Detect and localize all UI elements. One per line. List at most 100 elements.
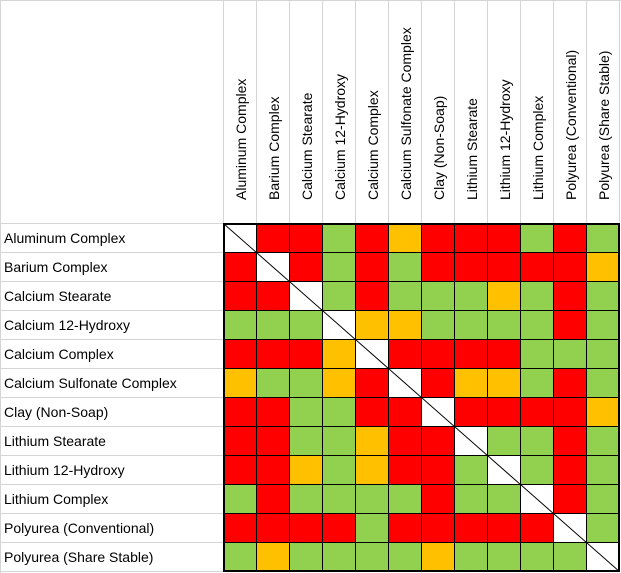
compatibility-cell-incompatible bbox=[422, 514, 455, 543]
compatibility-cell-compatible bbox=[389, 485, 422, 514]
diagonal-slash bbox=[389, 369, 422, 398]
compatibility-cell-compatible bbox=[587, 485, 620, 514]
compatibility-cell-compatible bbox=[257, 369, 290, 398]
compatibility-cell-borderline bbox=[356, 456, 389, 485]
column-header-label: Clay (Non-Soap) bbox=[430, 95, 447, 200]
compatibility-cell-incompatible bbox=[488, 398, 521, 427]
compatibility-cell-incompatible bbox=[554, 311, 587, 340]
compatibility-cell-compatible bbox=[587, 369, 620, 398]
compatibility-cell-compatible bbox=[587, 282, 620, 311]
compatibility-cell-incompatible bbox=[323, 514, 356, 543]
compatibility-cell-incompatible bbox=[224, 340, 257, 369]
compatibility-cell-incompatible bbox=[554, 369, 587, 398]
row-header-label: Calcium Complex bbox=[4, 346, 114, 362]
column-header-label: Calcium Sulfonate Complex bbox=[397, 27, 414, 200]
self-cell bbox=[488, 456, 521, 485]
compatibility-cell-incompatible bbox=[257, 282, 290, 311]
diagonal-slash bbox=[422, 398, 455, 427]
compatibility-cell-incompatible bbox=[422, 253, 455, 282]
self-cell bbox=[422, 398, 455, 427]
compatibility-cell-incompatible bbox=[356, 398, 389, 427]
compatibility-cell-compatible bbox=[488, 543, 521, 572]
compatibility-cell-compatible bbox=[587, 340, 620, 369]
compatibility-cell-compatible bbox=[554, 340, 587, 369]
compatibility-cell-compatible bbox=[455, 282, 488, 311]
compatibility-cell-incompatible bbox=[257, 224, 290, 253]
compatibility-cell-borderline bbox=[323, 340, 356, 369]
diagonal-slash bbox=[587, 543, 620, 572]
compatibility-cell-incompatible bbox=[422, 369, 455, 398]
compatibility-cell-compatible bbox=[455, 311, 488, 340]
row-header-label: Aluminum Complex bbox=[4, 230, 126, 246]
compatibility-cell-compatible bbox=[290, 543, 323, 572]
compatibility-cell-compatible bbox=[389, 253, 422, 282]
row-header-label: Lithium Complex bbox=[4, 491, 109, 507]
compatibility-cell-compatible bbox=[323, 456, 356, 485]
compatibility-cell-compatible bbox=[587, 311, 620, 340]
compatibility-cell-incompatible bbox=[455, 340, 488, 369]
compatibility-cell-compatible bbox=[587, 456, 620, 485]
diagonal-slash bbox=[554, 514, 587, 543]
compatibility-cell-incompatible bbox=[224, 398, 257, 427]
self-cell bbox=[224, 224, 257, 253]
compatibility-cell-incompatible bbox=[521, 398, 554, 427]
compatibility-cell-compatible bbox=[455, 543, 488, 572]
column-header-label: Calcium 12-Hydroxy bbox=[331, 73, 348, 200]
compatibility-cell-compatible bbox=[224, 485, 257, 514]
diagonal-slash bbox=[356, 340, 389, 369]
compatibility-cell-incompatible bbox=[356, 224, 389, 253]
diagonal-slash bbox=[323, 311, 356, 340]
compatibility-cell-compatible bbox=[521, 340, 554, 369]
compatibility-cell-incompatible bbox=[389, 514, 422, 543]
column-header-label: Polyurea (Share Stable) bbox=[595, 50, 612, 200]
compatibility-cell-compatible bbox=[521, 224, 554, 253]
column-header-label: Barium Complex bbox=[265, 96, 282, 200]
compatibility-cell-compatible bbox=[323, 543, 356, 572]
compatibility-cell-compatible bbox=[389, 543, 422, 572]
column-header: Polyurea (Share Stable) bbox=[587, 0, 620, 220]
compatibility-cell-incompatible bbox=[455, 514, 488, 543]
compatibility-cell-borderline bbox=[356, 427, 389, 456]
column-header: Polyurea (Conventional) bbox=[554, 0, 587, 220]
diagonal-slash bbox=[455, 427, 488, 456]
gridline bbox=[0, 0, 1, 573]
compatibility-cell-incompatible bbox=[224, 282, 257, 311]
compatibility-cell-borderline bbox=[455, 369, 488, 398]
compatibility-cell-borderline bbox=[224, 369, 257, 398]
compatibility-cell-incompatible bbox=[224, 253, 257, 282]
compatibility-cell-compatible bbox=[224, 543, 257, 572]
column-header: Barium Complex bbox=[257, 0, 290, 220]
compatibility-cell-borderline bbox=[323, 369, 356, 398]
self-cell bbox=[356, 340, 389, 369]
self-cell bbox=[554, 514, 587, 543]
column-header-label: Polyurea (Conventional) bbox=[562, 49, 579, 200]
compatibility-cell-compatible bbox=[290, 311, 323, 340]
compatibility-cell-compatible bbox=[389, 282, 422, 311]
compatibility-cell-borderline bbox=[290, 456, 323, 485]
compatibility-cell-compatible bbox=[323, 398, 356, 427]
compatibility-cell-compatible bbox=[521, 282, 554, 311]
row-header-label: Polyurea (Conventional) bbox=[4, 520, 155, 536]
compatibility-cell-incompatible bbox=[290, 340, 323, 369]
compatibility-cell-compatible bbox=[422, 311, 455, 340]
compatibility-cell-borderline bbox=[422, 543, 455, 572]
compatibility-cell-incompatible bbox=[356, 253, 389, 282]
compatibility-cell-compatible bbox=[587, 514, 620, 543]
compatibility-cell-compatible bbox=[323, 253, 356, 282]
compatibility-cell-compatible bbox=[356, 485, 389, 514]
self-cell bbox=[290, 282, 323, 311]
compatibility-cell-borderline bbox=[257, 543, 290, 572]
self-cell bbox=[521, 485, 554, 514]
compatibility-cell-compatible bbox=[521, 427, 554, 456]
compatibility-cell-incompatible bbox=[554, 485, 587, 514]
column-header: Clay (Non-Soap) bbox=[422, 0, 455, 220]
compatibility-cell-compatible bbox=[488, 311, 521, 340]
column-header: Calcium 12-Hydroxy bbox=[323, 0, 356, 220]
compatibility-cell-incompatible bbox=[290, 253, 323, 282]
column-header: Aluminum Complex bbox=[224, 0, 257, 220]
diagonal-slash bbox=[290, 282, 323, 311]
self-cell bbox=[587, 543, 620, 572]
compatibility-cell-compatible bbox=[521, 369, 554, 398]
column-header-label: Lithium Complex bbox=[529, 95, 546, 200]
compatibility-cell-incompatible bbox=[422, 456, 455, 485]
